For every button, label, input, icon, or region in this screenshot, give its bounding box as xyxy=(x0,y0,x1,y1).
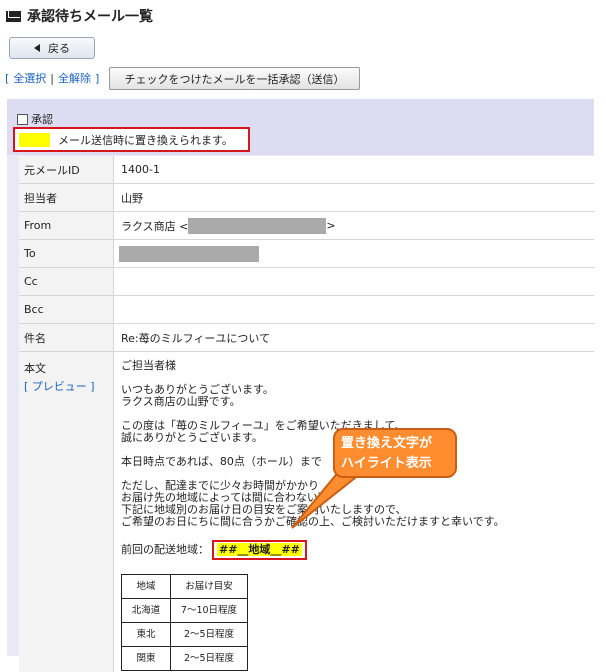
field-label: To xyxy=(19,240,114,267)
callout-line: 置き換え文字が xyxy=(341,436,433,451)
callout-annotation: 置き換え文字が ハイライト表示 xyxy=(333,428,457,478)
table-cell: 関東 xyxy=(121,646,171,671)
field-label: From xyxy=(19,212,114,239)
region-line: 前回の配送地域： ##__地域__## xyxy=(121,540,307,560)
field-row-bcc: Bcc xyxy=(19,296,594,324)
page-title-text: 承認待ちメール一覧 xyxy=(27,9,153,25)
delivery-table: 地域 お届け目安 北海道 7〜10日程度 東北 2〜5日程度 関東 2〜5日程度 xyxy=(121,574,248,671)
table-row: 関東 2〜5日程度 xyxy=(121,646,248,671)
field-value: Re:苺のミルフィーユについて xyxy=(114,324,594,351)
field-value: 山野 xyxy=(114,184,594,211)
region-prefix: 前回の配送地域： xyxy=(121,543,209,556)
table-header: お届け目安 xyxy=(170,574,248,599)
back-button[interactable]: 戻る xyxy=(9,37,95,59)
field-value xyxy=(114,240,594,267)
field-row-to: To xyxy=(19,240,594,268)
table-cell: 2〜5日程度 xyxy=(170,622,248,647)
body-greeting: ご担当者様 xyxy=(121,359,176,372)
field-label: Bcc xyxy=(19,296,114,323)
body-label: 本文 xyxy=(24,362,46,375)
field-row-source-id: 元メールID 1400-1 xyxy=(19,156,594,184)
from-name: ラクス商店 < xyxy=(121,219,189,233)
callout-line: ハイライト表示 xyxy=(341,456,432,471)
legend-text: メール送信時に置き換えられます。 xyxy=(58,133,233,147)
table-row: 北海道 7〜10日程度 xyxy=(121,598,248,623)
table-row: 東北 2〜5日程度 xyxy=(121,622,248,647)
bracket-close: ] xyxy=(95,71,100,85)
back-button-label: 戻る xyxy=(48,42,70,55)
preview-link[interactable]: [ プレビュー ] xyxy=(24,378,95,394)
placeholder-emphasis: ##__地域__## xyxy=(212,540,307,560)
page-title: 承認待ちメール一覧 xyxy=(6,6,153,26)
from-suffix: > xyxy=(326,219,336,232)
approve-label: 承認 xyxy=(31,113,53,126)
mail-detail-grid: 元メールID 1400-1 担当者 山野 From ラクス商店 < > To C… xyxy=(19,156,594,672)
body-paragraph: 本日時点であれば、80点（ホール）まで xyxy=(121,455,322,468)
table-header-row: 地域 お届け目安 xyxy=(121,574,248,599)
field-value xyxy=(114,268,594,295)
approve-row: 承認 xyxy=(17,111,53,127)
approve-checkbox[interactable] xyxy=(17,113,28,125)
field-row-from: From ラクス商店 < > xyxy=(19,212,594,240)
callout-tail xyxy=(291,470,367,529)
table-cell: 2〜5日程度 xyxy=(170,646,248,671)
bracket-open: [ xyxy=(5,71,10,85)
triangle-left-icon xyxy=(34,44,40,52)
selection-links: [ 全選択 | 全解除 ] xyxy=(5,70,99,86)
body-paragraph: いつもありがとうございます。 ラクス商店の山野です。 xyxy=(121,383,274,408)
table-cell: 東北 xyxy=(121,622,171,647)
redacted-bar xyxy=(188,217,327,234)
field-value xyxy=(114,296,594,323)
field-label: 担当者 xyxy=(19,184,114,211)
field-label: Cc xyxy=(19,268,114,295)
table-header: 地域 xyxy=(121,574,171,599)
select-all-link[interactable]: 全選択 xyxy=(13,70,46,86)
table-cell: 7〜10日程度 xyxy=(170,598,248,623)
redacted-bar xyxy=(119,245,259,262)
mail-icon xyxy=(6,10,21,22)
field-value: ラクス商店 < > xyxy=(114,212,594,239)
legend-swatch xyxy=(19,132,50,147)
field-value: 1400-1 xyxy=(114,156,594,183)
field-row-subject: 件名 Re:苺のミルフィーユについて xyxy=(19,324,594,352)
table-cell: 北海道 xyxy=(121,598,171,623)
field-label: 元メールID xyxy=(19,156,114,183)
field-row-cc: Cc xyxy=(19,268,594,296)
field-row-assignee: 担当者 山野 xyxy=(19,184,594,212)
field-label: 本文 [ プレビュー ] xyxy=(19,352,114,672)
field-label: 件名 xyxy=(19,324,114,351)
region-placeholder: ##__地域__## xyxy=(217,543,302,556)
link-separator: | xyxy=(50,71,55,85)
deselect-all-link[interactable]: 全解除 xyxy=(58,70,91,86)
highlight-legend: メール送信時に置き換えられます。 xyxy=(13,127,250,152)
bulk-approve-button[interactable]: チェックをつけたメールを一括承認（送信） xyxy=(109,67,360,90)
panel-header: 承認 メール送信時に置き換えられます。 xyxy=(7,99,594,155)
